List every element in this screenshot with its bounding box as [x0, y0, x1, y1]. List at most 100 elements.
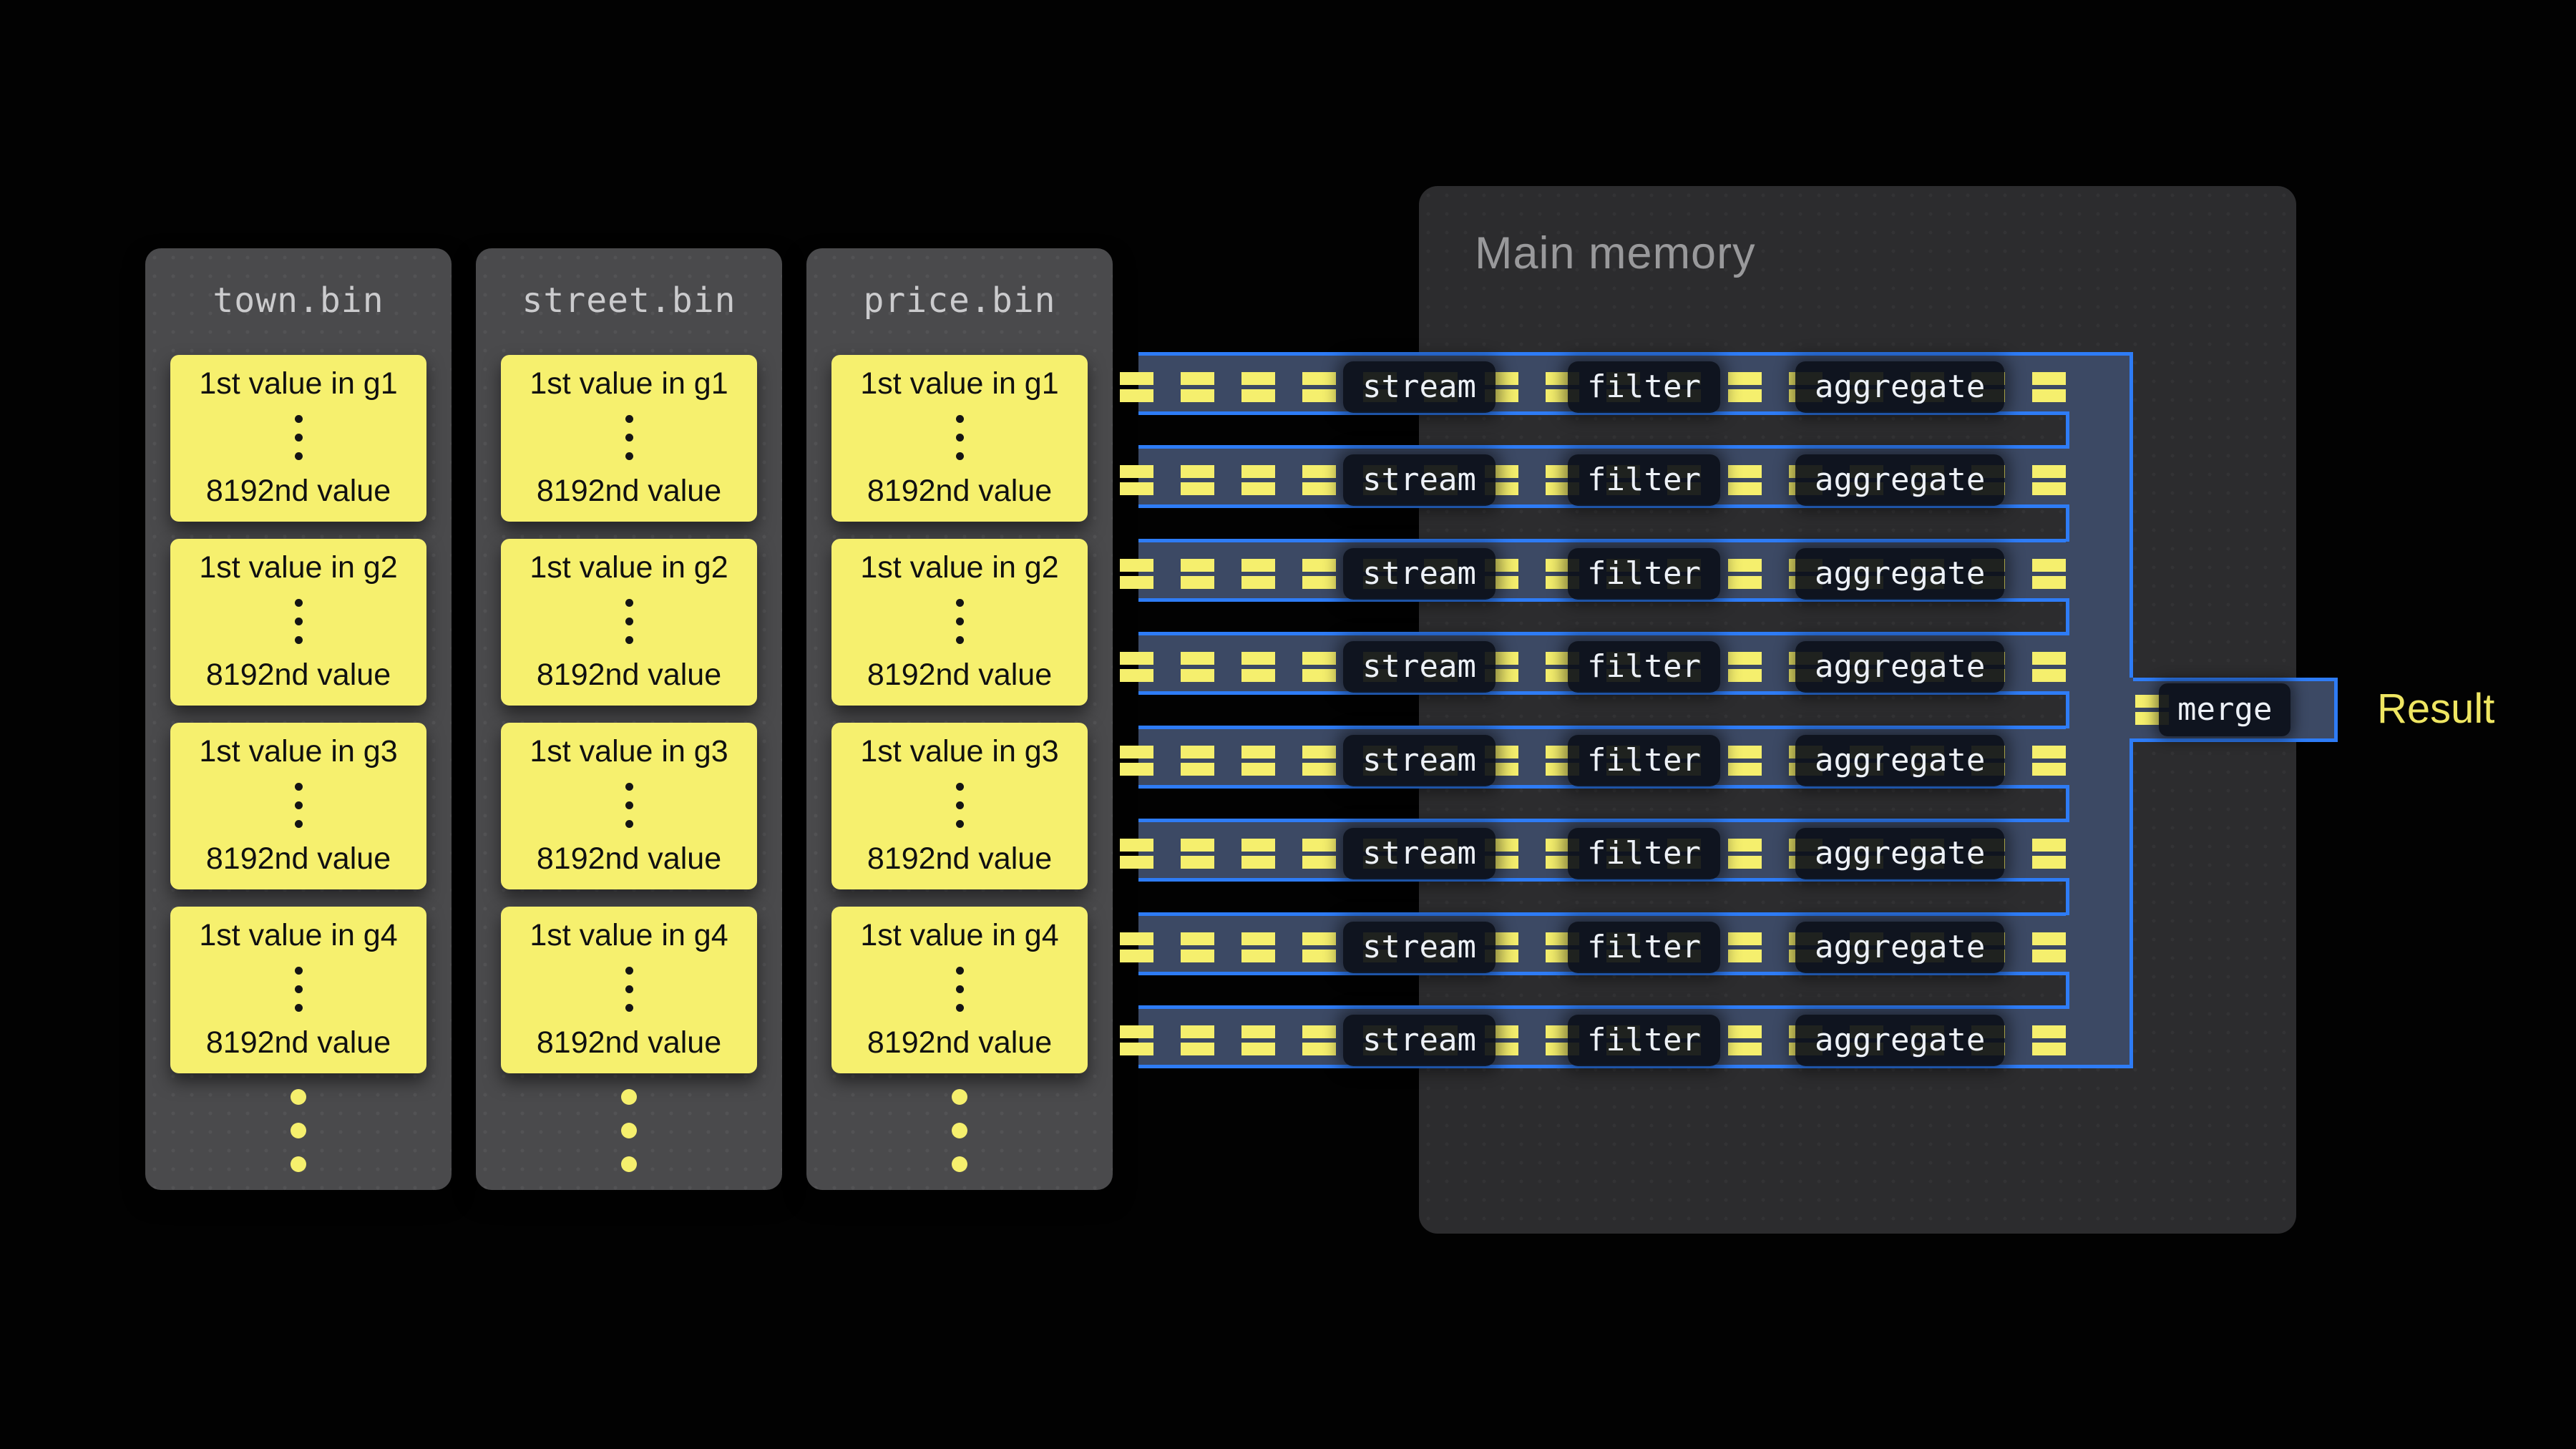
last-value-label: 8192nd value: [206, 841, 391, 877]
file-name: town.bin: [145, 248, 452, 353]
vertical-ellipsis-icon: [295, 967, 303, 1012]
stage-chip-stream: stream: [1343, 735, 1496, 786]
stage-chip-aggregate: aggregate: [1795, 828, 2004, 879]
merge-box: merge: [2133, 678, 2338, 742]
trunk-notch-border: [2066, 504, 2069, 542]
stage-chip-aggregate: aggregate: [1795, 548, 2004, 600]
stage-chip-filter: filter: [1568, 641, 1720, 693]
stage-chip-aggregate: aggregate: [1795, 641, 2004, 693]
vertical-ellipsis-icon: [625, 599, 633, 644]
last-value-label: 8192nd value: [867, 658, 1052, 693]
file-name: street.bin: [476, 248, 782, 353]
first-value-label: 1st value in g4: [530, 918, 728, 953]
stage-chip-stream: stream: [1343, 1015, 1496, 1066]
first-value-label: 1st value in g2: [199, 550, 397, 585]
pipeline-row-1: streamfilteraggregate: [1138, 352, 2066, 415]
value-group-block: 1st value in g2 8192nd value: [501, 539, 757, 706]
stage-chip-aggregate: aggregate: [1795, 454, 2004, 506]
result-label: Result: [2377, 685, 2494, 733]
value-group-block: 1st value in g4 8192nd value: [170, 907, 426, 1073]
stage-chip-stream: stream: [1343, 548, 1496, 600]
file-column-price-bin: price.bin1st value in g18192nd value1st …: [806, 248, 1113, 1190]
last-value-label: 8192nd value: [867, 474, 1052, 509]
stage-chip-aggregate: aggregate: [1795, 922, 2004, 973]
trunk-notch-border: [2066, 785, 2069, 822]
first-value-label: 1st value in g2: [530, 550, 728, 585]
vertical-ellipsis-icon: [625, 783, 633, 828]
last-value-label: 8192nd value: [537, 658, 721, 693]
stage-chip-stream: stream: [1343, 641, 1496, 693]
value-group-block: 1st value in g4 8192nd value: [501, 907, 757, 1073]
trunk-border-bottom: [2129, 738, 2133, 1068]
vertical-ellipsis-icon: [956, 783, 964, 828]
pipeline-row-4: stream filter aggregate: [1138, 632, 2066, 695]
pipeline-trunk: [2066, 352, 2133, 1068]
last-value-label: 8192nd value: [206, 474, 391, 509]
file-column-town-bin: town.bin1st value in g18192nd value1st v…: [145, 248, 452, 1190]
value-group-block: 1st value in g1 8192nd value: [170, 355, 426, 522]
stage-chip-stream: stream: [1343, 454, 1496, 506]
first-value-label: 1st value in g3: [199, 734, 397, 769]
file-name: price.bin: [806, 248, 1113, 353]
file-column-street-bin: street.bin1st value in g18192nd value1st…: [476, 248, 782, 1190]
vertical-ellipsis-icon: [295, 415, 303, 460]
pipeline-row-6: stream filter aggregate: [1138, 819, 2066, 882]
pipeline-row-8: stream filter aggregate: [1138, 1005, 2066, 1068]
value-group-block: 1st value in g2 8192nd value: [170, 539, 426, 706]
diagram-root: town.bin1st value in g18192nd value1st v…: [0, 0, 2576, 1449]
more-groups-ellipsis-icon: [145, 1089, 452, 1172]
pipeline-row-2: stream filter aggregate: [1138, 445, 2066, 508]
last-value-label: 8192nd value: [867, 841, 1052, 877]
pipeline-row-5: stream filter aggregate: [1138, 726, 2066, 789]
stage-chip-filter: filter: [1568, 361, 1720, 413]
first-value-label: 1st value in g3: [530, 734, 728, 769]
trunk-border-top: [2129, 352, 2133, 678]
vertical-ellipsis-icon: [625, 415, 633, 460]
first-value-label: 1st value in g4: [199, 918, 397, 953]
first-value-label: 1st value in g2: [860, 550, 1058, 585]
trunk-notch-border: [2066, 878, 2069, 915]
first-value-label: 1st value in g1: [199, 366, 397, 401]
more-groups-ellipsis-icon: [806, 1089, 1113, 1172]
vertical-ellipsis-icon: [956, 967, 964, 1012]
first-value-label: 1st value in g1: [530, 366, 728, 401]
first-value-label: 1st value in g1: [860, 366, 1058, 401]
stage-chip-filter: filter: [1568, 922, 1720, 973]
value-group-block: 1st value in g2 8192nd value: [831, 539, 1088, 706]
value-group-block: 1st value in g3 8192nd value: [831, 723, 1088, 889]
value-group-block: 1st value in g38192nd value: [501, 723, 757, 889]
stage-chip-filter: filter: [1568, 1015, 1720, 1066]
more-groups-ellipsis-icon: [476, 1089, 782, 1172]
stage-chip-stream: stream: [1343, 828, 1496, 879]
pipeline-row-3: streamfilteraggregate: [1138, 539, 2066, 602]
stage-chip-filter: filter: [1568, 828, 1720, 879]
vertical-ellipsis-icon: [625, 967, 633, 1012]
stage-chip-aggregate: aggregate: [1795, 735, 2004, 786]
first-value-label: 1st value in g4: [860, 918, 1058, 953]
value-group-block: 1st value in g3 8192nd value: [170, 723, 426, 889]
vertical-ellipsis-icon: [956, 415, 964, 460]
main-memory-title: Main memory: [1475, 228, 1756, 279]
stage-chip-aggregate: aggregate: [1795, 1015, 2004, 1066]
stage-chip-aggregate: aggregate: [1795, 361, 2004, 413]
value-group-block: 1st value in g1 8192nd value: [501, 355, 757, 522]
value-group-block: 1st value in g4 8192nd value: [831, 907, 1088, 1073]
stage-chip-stream: stream: [1343, 922, 1496, 973]
trunk-notch-border: [2066, 411, 2069, 449]
trunk-notch-border: [2066, 972, 2069, 1009]
first-value-label: 1st value in g3: [860, 734, 1058, 769]
trunk-notch-border: [2066, 598, 2069, 635]
pipeline-row-7: stream filter aggregate: [1138, 912, 2066, 975]
trunk-notch-border: [2066, 691, 2069, 728]
value-group-block: 1st value in g1 8192nd value: [831, 355, 1088, 522]
last-value-label: 8192nd value: [206, 658, 391, 693]
stage-chip-filter: filter: [1568, 454, 1720, 506]
last-value-label: 8192nd value: [537, 474, 721, 509]
last-value-label: 8192nd value: [867, 1025, 1052, 1060]
merge-label: merge: [2159, 683, 2290, 736]
stage-chip-filter: filter: [1568, 735, 1720, 786]
vertical-ellipsis-icon: [956, 599, 964, 644]
last-value-label: 8192nd value: [537, 1025, 721, 1060]
vertical-ellipsis-icon: [295, 599, 303, 644]
last-value-label: 8192nd value: [206, 1025, 391, 1060]
